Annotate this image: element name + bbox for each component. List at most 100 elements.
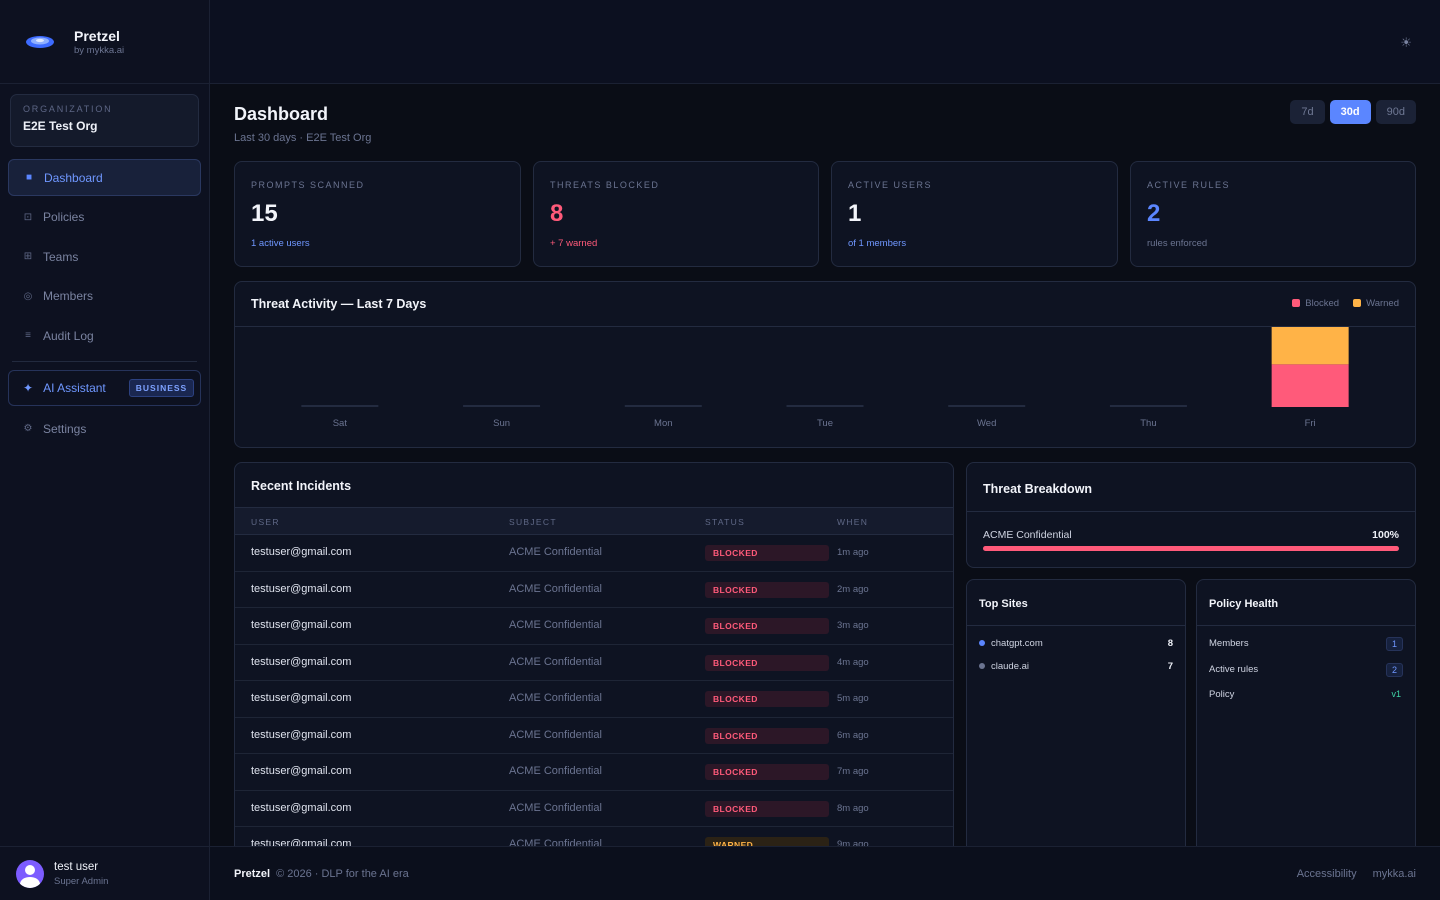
incident-time: 2m ago [837, 583, 869, 595]
bar-blocked-fri[interactable] [1271, 364, 1349, 407]
sparkle-icon: ✦ [23, 381, 34, 395]
col-user[interactable]: USER [251, 517, 280, 527]
status-badge: BLOCKED [705, 654, 829, 671]
sidebar-item-settings[interactable]: ⚙ Settings [8, 410, 201, 447]
incident-subject: ACME Confidential [509, 765, 602, 777]
stat-card-active-rules: ACTIVE RULES 2 rules enforced [1130, 161, 1416, 267]
stat-value: 2 [1147, 200, 1161, 227]
stat-value: 8 [550, 200, 564, 227]
legend-label: Blocked [1305, 298, 1340, 309]
threat-activity-chart: SatSunMonTueWedThu15Fri [301, 327, 1349, 429]
legend-swatch [1353, 299, 1362, 307]
status-badge: BLOCKED [705, 800, 829, 817]
user-name: test user [54, 860, 99, 873]
site-count: 8 [1167, 638, 1173, 649]
footer-copyright: © 2026 · DLP for the AI era [276, 868, 409, 880]
policy-health-members: Members 1 [1209, 637, 1403, 656]
user-profile[interactable]: test user Super Admin [0, 846, 209, 900]
bar-warned-fri[interactable] [1271, 327, 1349, 365]
incident-subject: ACME Confidential [509, 619, 602, 631]
theme-toggle-sun-icon[interactable]: ☀ [1400, 35, 1412, 51]
stat-value: 15 [251, 200, 278, 227]
range-7d-button[interactable]: 7d [1290, 100, 1325, 124]
range-90d-button[interactable]: 90d [1375, 100, 1416, 124]
policy-health-card: Policy Health Members 1 Active rules 2 P… [1196, 579, 1416, 869]
brand[interactable]: Pretzel by mykka.ai [0, 0, 209, 84]
sidebar-item-label: Members [43, 289, 94, 303]
site-dot [979, 640, 985, 646]
breakdown-pct: 100% [1372, 529, 1399, 541]
top-sites-card: Top Sites chatgpt.com 8 claude.ai 7 [966, 579, 1186, 869]
stat-value: 1 [848, 200, 862, 227]
status-badge: BLOCKED [705, 581, 829, 598]
policy-health-active-rules: Active rules 2 [1209, 663, 1403, 682]
table-row[interactable]: testuser@gmail.com ACME Confidential BLOCK… [235, 608, 953, 645]
incident-user: testuser@gmail.com [251, 801, 352, 814]
policy-health-value: v1 [1391, 689, 1401, 699]
policy-health-label: Members [1209, 638, 1249, 649]
breakdown-track [983, 546, 1399, 551]
bar-baseline [786, 405, 864, 407]
table-row[interactable]: testuser@gmail.com ACME Confidential BLOCK… [235, 645, 953, 681]
page-subtitle: Last 30 days · E2E Test Org [234, 132, 372, 144]
members-icon: ◎ [23, 290, 33, 302]
sidebar-item-dashboard[interactable]: ■ Dashboard [8, 159, 201, 196]
policy-health-title: Policy Health [1209, 598, 1279, 610]
sidebar-item-audit-log[interactable]: ≡ Audit Log [8, 317, 201, 354]
stat-card-prompts: PROMPTS SCANNED 15 1 active users [234, 161, 521, 267]
site-row-chatgpt[interactable]: chatgpt.com 8 [979, 638, 1173, 652]
table-row[interactable]: testuser@gmail.com ACME Confidential BLOCK… [235, 754, 953, 791]
business-badge: BUSINESS [128, 379, 195, 397]
incident-user: testuser@gmail.com [251, 692, 352, 704]
breakdown-bar [983, 546, 1399, 551]
incident-user: testuser@gmail.com [251, 546, 352, 558]
col-when[interactable]: WHEN [837, 517, 868, 527]
status-badge: BLOCKED [705, 764, 829, 780]
stat-label: PROMPTS SCANNED [251, 180, 365, 190]
threat-activity-card: Threat Activity — Last 7 Days Blocked Wa… [234, 281, 1416, 448]
org-label: ORGANIZATION [23, 104, 113, 114]
footer: Pretzel © 2026 · DLP for the AI era Acces… [210, 846, 1440, 900]
bar-baseline [624, 405, 702, 407]
legend-swatch [1292, 299, 1301, 307]
card-divider [967, 625, 1185, 626]
sidebar-item-label: Dashboard [44, 170, 103, 185]
legend-label: Warned [1366, 298, 1399, 309]
table-row[interactable]: testuser@gmail.com ACME Confidential BLOCK… [235, 681, 953, 718]
x-tick-label: Mon [654, 418, 672, 429]
policy-icon: ⊡ [23, 211, 33, 223]
sidebar-item-members[interactable]: ◎ Members [8, 278, 201, 315]
col-subject[interactable]: SUBJECT [509, 517, 557, 527]
legend-blocked: Blocked [1292, 298, 1339, 309]
x-tick-label: Fri [1305, 418, 1316, 429]
table-row[interactable]: testuser@gmail.com ACME Confidential BLOCK… [235, 535, 953, 572]
table-header: USER SUBJECT STATUS WHEN [235, 507, 953, 535]
main-content: Dashboard Last 30 days · E2E Test Org 7d… [210, 84, 1440, 869]
table-row[interactable]: testuser@gmail.com ACME Confidential BLOCK… [235, 718, 953, 754]
range-30d-button[interactable]: 30d [1329, 100, 1371, 124]
incident-subject: ACME Confidential [509, 546, 602, 558]
footer-left: Pretzel © 2026 · DLP for the AI era [234, 868, 409, 880]
site-row-claude[interactable]: claude.ai 7 [979, 661, 1173, 675]
sidebar-item-policies[interactable]: ⊡ Policies [8, 199, 201, 236]
incident-subject: ACME Confidential [509, 801, 602, 814]
incident-user: testuser@gmail.com [251, 582, 352, 595]
table-row[interactable]: testuser@gmail.com ACME Confidential BLOCK… [235, 791, 953, 827]
footer-link-accessibility[interactable]: Accessibility [1297, 868, 1357, 880]
incident-user: testuser@gmail.com [251, 765, 352, 777]
sidebar-item-teams[interactable]: ⊞ Teams [8, 238, 201, 275]
site-name: claude.ai [991, 661, 1030, 672]
col-status[interactable]: STATUS [705, 517, 745, 527]
org-switcher[interactable]: ORGANIZATION E2E Test Org [10, 94, 199, 147]
threat-breakdown-card: Threat Breakdown ACME Confidential 100% [966, 462, 1416, 568]
footer-link-mykka[interactable]: mykka.ai [1373, 868, 1416, 880]
sidebar-item-label: Policies [43, 210, 85, 224]
table-row[interactable]: testuser@gmail.com ACME Confidential BLOCK… [235, 572, 953, 608]
incident-time: 3m ago [837, 620, 869, 631]
sidebar-item-label: Audit Log [43, 328, 94, 343]
incident-time: 5m ago [837, 693, 869, 704]
range-selector: 7d 30d 90d [1290, 100, 1416, 124]
sidebar-item-ai-assistant[interactable]: ✦ AI Assistant BUSINESS [8, 370, 201, 406]
topbar: ☀ [210, 0, 1440, 84]
stat-label: ACTIVE USERS [848, 180, 933, 190]
